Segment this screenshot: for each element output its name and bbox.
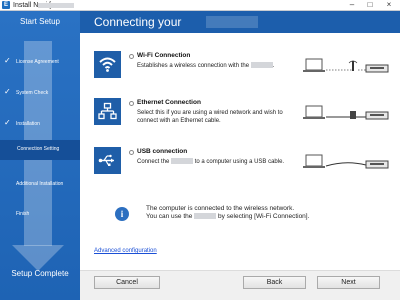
step-label: System Check (16, 90, 49, 96)
usb-connection-diagram (303, 154, 389, 169)
step-additional-installation: Additional Installation (0, 175, 80, 195)
redacted-product-name (250, 62, 273, 68)
step-label: Installation (16, 121, 40, 127)
step-finish: Finish (0, 205, 80, 225)
next-button[interactable]: Next (317, 276, 380, 289)
step-system-check: ✓ System Check (0, 84, 80, 104)
wifi-radio-button[interactable] (129, 54, 134, 59)
ethernet-network-icon (94, 98, 121, 125)
option-usb-connection[interactable]: USB connection Connect the to a computer… (94, 147, 394, 181)
step-license-agreement: ✓ License Agreement (0, 53, 80, 73)
ethernet-connection-diagram (303, 105, 389, 120)
check-icon: ✓ (4, 118, 11, 127)
option-ethernet-connection[interactable]: Ethernet Connection Select this if you a… (94, 98, 394, 130)
usb-radio-button[interactable] (129, 150, 134, 155)
option-description: Establishes a wireless connection with t… (137, 62, 297, 70)
usb-icon (94, 147, 121, 174)
check-icon: ✓ (4, 56, 11, 65)
option-description-text: . (272, 63, 275, 69)
step-installation: ✓ Installation (0, 115, 80, 135)
redacted-title-text (206, 16, 258, 28)
redacted-product-name (194, 213, 217, 219)
option-description-text: Establishes a wireless connection with t… (137, 63, 250, 69)
info-line-2: You can use the by selecting [Wi-Fi Conn… (146, 213, 346, 221)
step-connection-setting: Connection Setting (0, 140, 80, 160)
info-line-1: The computer is connected to the wireles… (146, 205, 295, 212)
info-text: You can use the (146, 213, 193, 220)
window-titlebar: E Install Navi [ – □ × (0, 0, 400, 11)
wifi-icon (94, 51, 121, 78)
step-label: License Agreement (16, 59, 59, 65)
page-title: Connecting your (94, 15, 182, 29)
info-text: by selecting [Wi-Fi Connection]. (218, 213, 310, 220)
step-label: Connection Setting (17, 146, 60, 152)
option-description-text: Connect the (137, 159, 170, 165)
progress-sidebar: Start Setup ✓ License Agreement ✓ System… (0, 11, 80, 300)
option-wifi-connection[interactable]: Wi-Fi Connection Establishes a wireless … (94, 51, 394, 83)
maximize-button[interactable]: □ (362, 0, 378, 10)
minimize-button[interactable]: – (344, 0, 360, 10)
advanced-configuration-link[interactable]: Advanced configuration (94, 248, 157, 254)
sidebar-title: Start Setup (19, 17, 61, 26)
cancel-button[interactable]: Cancel (94, 276, 160, 289)
redacted-title-text (38, 3, 74, 8)
ethernet-radio-button[interactable] (129, 101, 134, 106)
back-button[interactable]: Back (243, 276, 306, 289)
info-icon: i (115, 207, 129, 221)
wifi-connection-diagram (303, 58, 389, 73)
redacted-product-name (171, 158, 194, 164)
page-header: Connecting your (80, 11, 400, 33)
info-message: The computer is connected to the wireles… (146, 205, 346, 221)
step-label: Finish (16, 211, 30, 217)
sidebar-footer: Setup Complete (11, 269, 69, 278)
option-title: Ethernet Connection (137, 99, 201, 106)
option-title: USB connection (137, 148, 188, 155)
option-description-text: to a computer using a USB cable. (194, 159, 285, 165)
option-title: Wi-Fi Connection (137, 52, 191, 59)
option-description: Select this if you are using a wired net… (137, 110, 283, 124)
app-icon: E (2, 1, 10, 9)
close-button[interactable]: × (380, 0, 398, 10)
step-label: Additional Installation (16, 181, 64, 187)
option-description: Connect the to a computer using a USB ca… (137, 158, 297, 166)
progress-arrow-head (12, 245, 64, 271)
check-icon: ✓ (4, 87, 11, 96)
